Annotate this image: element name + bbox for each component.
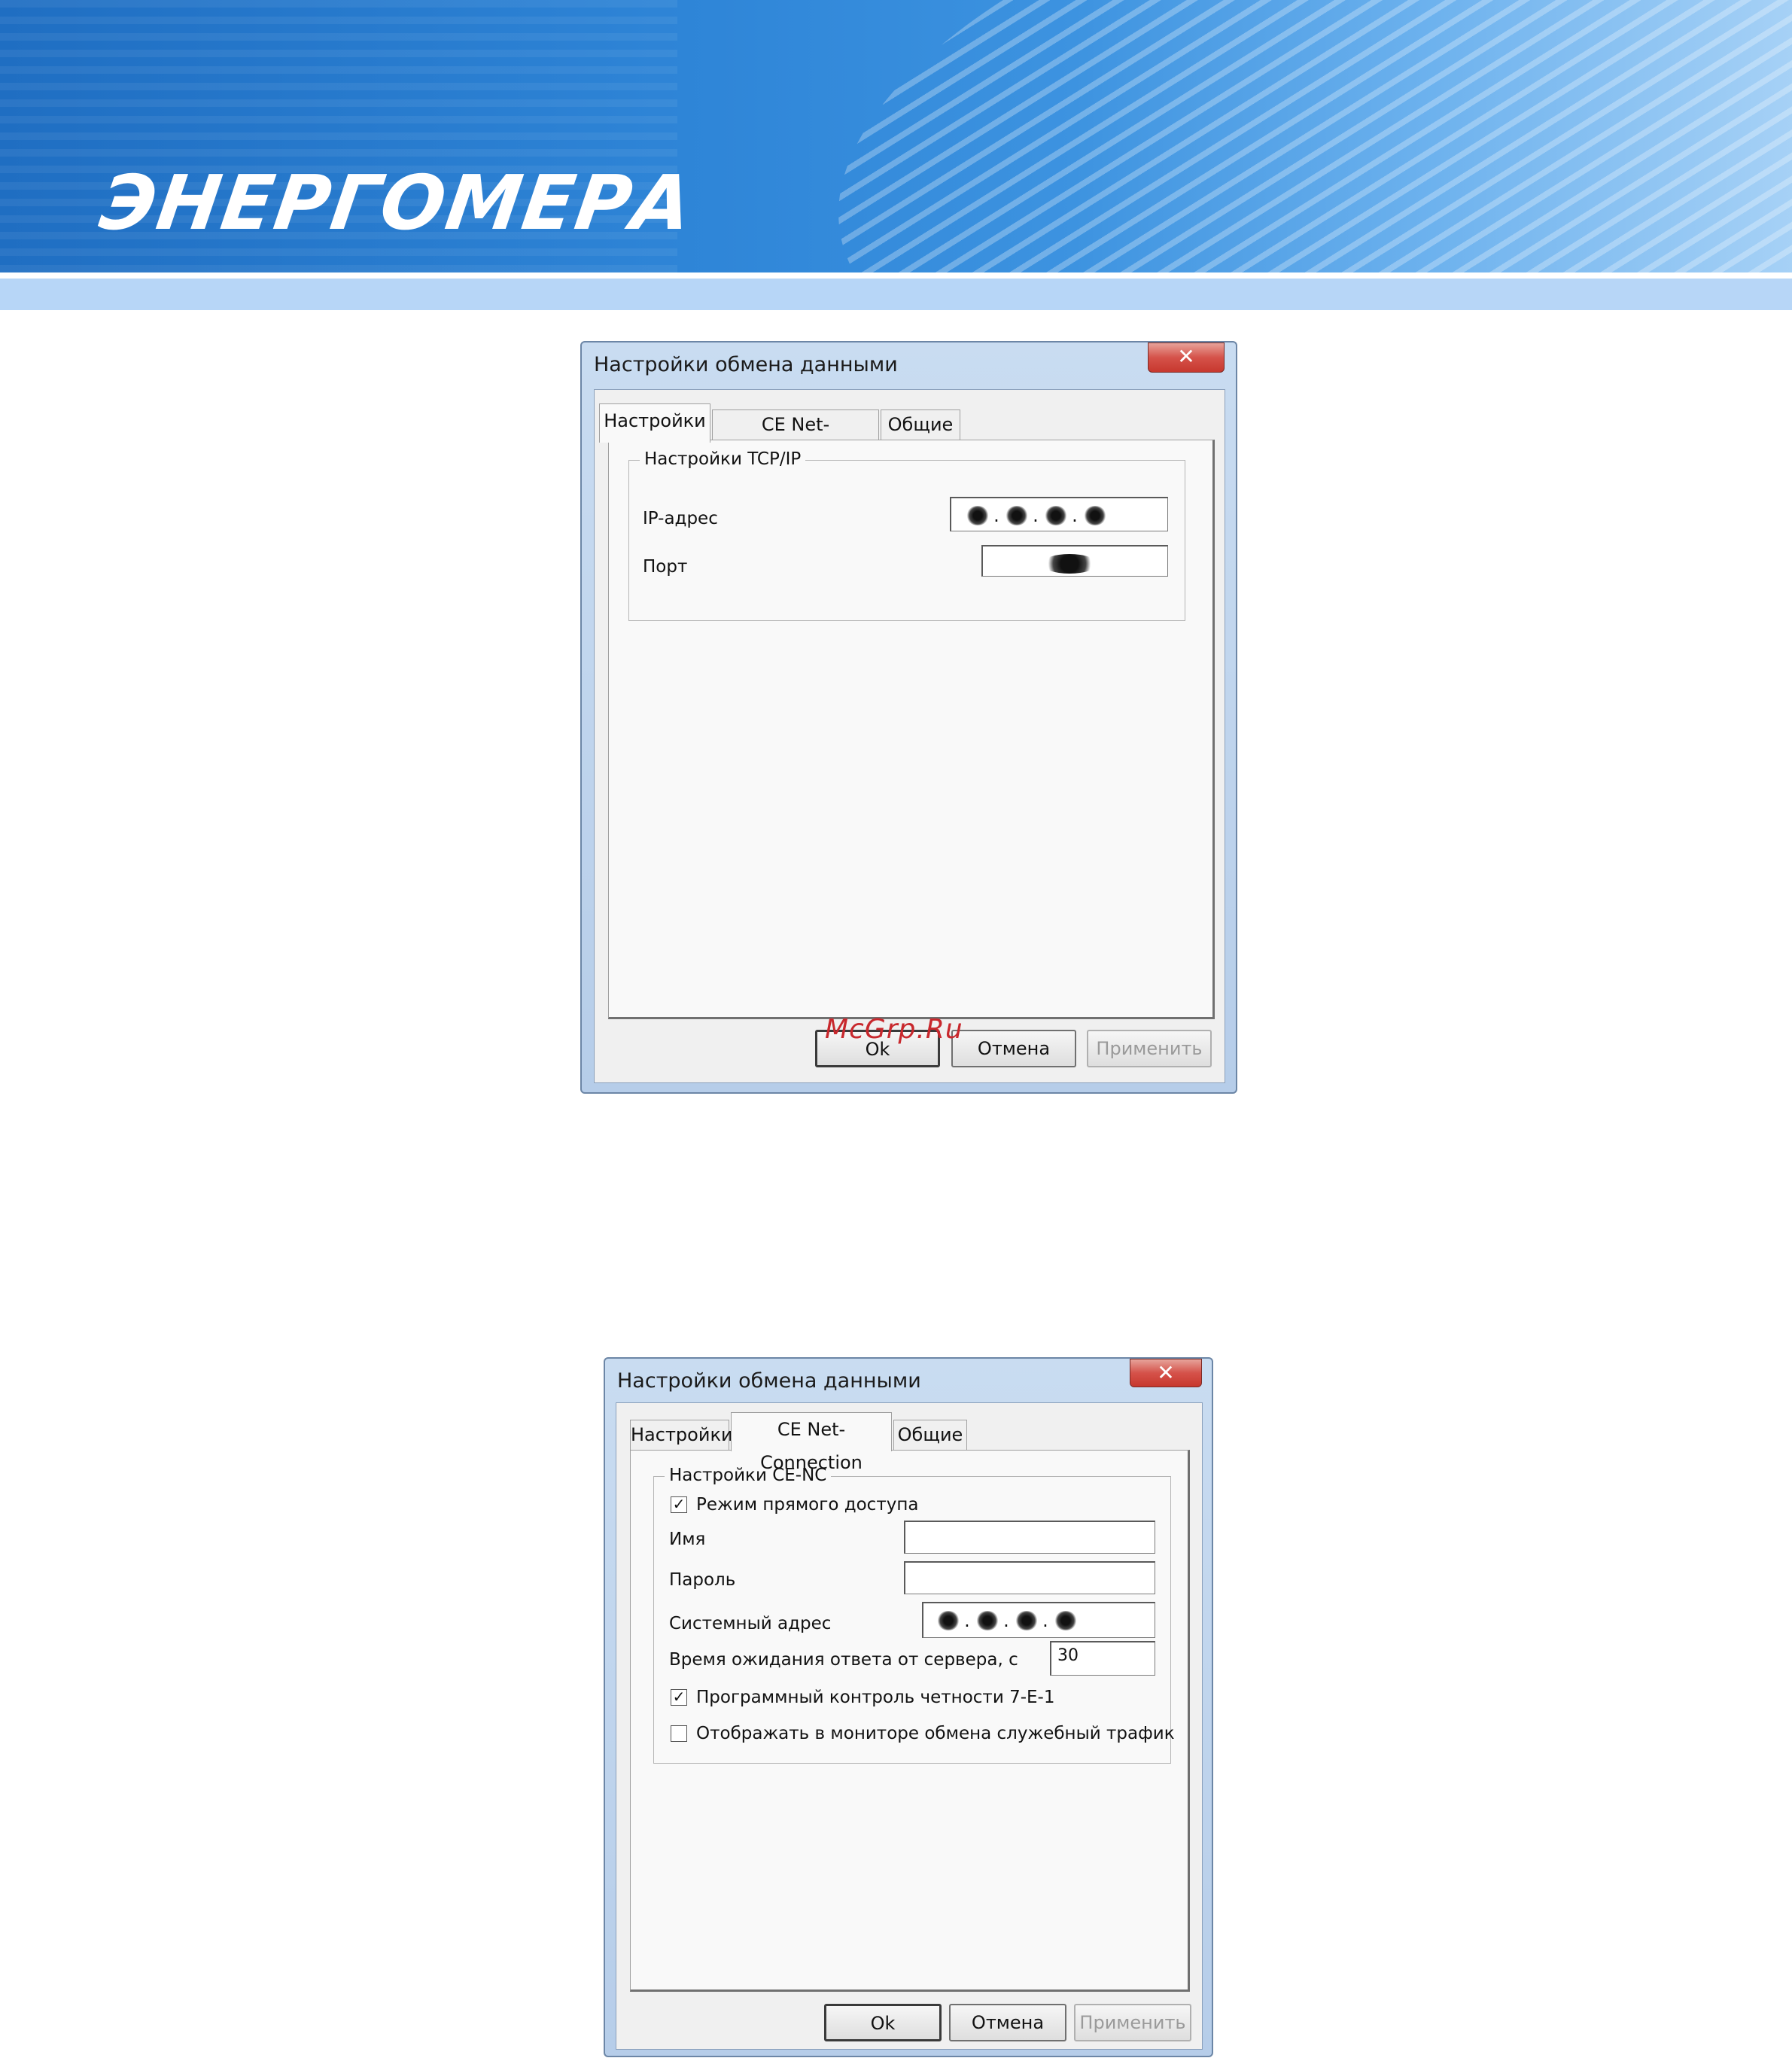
tab-ce-net-connection[interactable]: CE Net-Connection [712, 409, 879, 464]
ip-address-masked-value: ... [966, 501, 1106, 526]
tab-settings[interactable]: Настройки [630, 1420, 733, 1450]
password-input[interactable] [904, 1561, 1155, 1594]
password-label: Пароль [669, 1570, 736, 1590]
close-icon: ✕ [1157, 1360, 1175, 1385]
tab-panel-settings: Настройки TCP/IP IP-адрес ... Порт [608, 440, 1215, 1019]
timeout-label: Время ожидания ответа от сервера, с [669, 1650, 1018, 1670]
tab-general[interactable]: Общие [881, 409, 960, 440]
name-input[interactable] [904, 1521, 1155, 1554]
show-traffic-checkbox[interactable] [671, 1725, 687, 1742]
timeout-input[interactable]: 30 [1050, 1641, 1155, 1676]
tab-ce-net-connection[interactable]: CE Net-Connection [731, 1412, 892, 1473]
cancel-button[interactable]: Отмена [951, 1030, 1076, 1067]
system-address-field[interactable]: ... [922, 1602, 1155, 1638]
parity-label: Программный контроль четности 7-Е-1 [696, 1688, 1055, 1707]
tab-general[interactable]: Общие [893, 1420, 967, 1450]
banner-underbar [0, 279, 1792, 310]
dialog-ce-nc-settings: Настройки обмена данными ✕ Настройки CE … [604, 1357, 1213, 2057]
ip-address-field[interactable]: ... [950, 497, 1168, 531]
tab-panel-ce-net-connection: Настройки CE-NC ✓ Режим прямого доступа … [630, 1450, 1190, 1992]
watermark: McGrp.Ru [825, 1014, 963, 1045]
system-address-masked-value: ... [937, 1606, 1077, 1631]
dialog-tcp-settings: Настройки обмена данными ✕ Настройки CE … [580, 341, 1237, 1094]
banner-wave [786, 0, 1792, 272]
port-field[interactable] [981, 545, 1168, 577]
port-label: Порт [643, 557, 688, 577]
ip-address-label: IP-адрес [643, 509, 718, 528]
dialog-client-area: Настройки CE Net-Connection Общие Настро… [616, 1402, 1203, 2050]
groupbox-legend: Настройки TCP/IP [640, 448, 806, 470]
show-traffic-label: Отображать в мониторе обмена служебный т… [696, 1724, 1175, 1743]
direct-access-label: Режим прямого доступа [696, 1495, 919, 1515]
direct-access-checkbox[interactable]: ✓ [671, 1496, 687, 1513]
dialog-client-area: Настройки CE Net-Connection Общие Настро… [594, 389, 1225, 1083]
parity-checkbox[interactable]: ✓ [671, 1689, 687, 1706]
tab-settings[interactable]: Настройки [599, 403, 710, 443]
close-button[interactable]: ✕ [1148, 342, 1225, 373]
apply-button[interactable]: Применить [1087, 1030, 1212, 1067]
port-masked-value [1042, 550, 1097, 574]
dialog-title: Настройки обмена данными [617, 1369, 921, 1393]
close-icon: ✕ [1177, 344, 1195, 369]
groupbox-tcp-ip: Настройки TCP/IP IP-адрес ... Порт [628, 448, 1185, 621]
cancel-button[interactable]: Отмена [949, 2004, 1066, 2041]
name-label: Имя [669, 1530, 706, 1549]
company-logo: ЭНЕРГОМЕРА [94, 159, 699, 247]
groupbox-ce-nc: Настройки CE-NC ✓ Режим прямого доступа … [653, 1464, 1175, 1764]
ok-button[interactable]: Ok [824, 2004, 942, 2041]
header-banner: ЭНЕРГОМЕРА [0, 0, 1792, 272]
dialog-title: Настройки обмена данными [594, 353, 898, 376]
system-address-label: Системный адрес [669, 1614, 832, 1633]
close-button[interactable]: ✕ [1130, 1359, 1202, 1387]
apply-button[interactable]: Применить [1074, 2004, 1191, 2041]
